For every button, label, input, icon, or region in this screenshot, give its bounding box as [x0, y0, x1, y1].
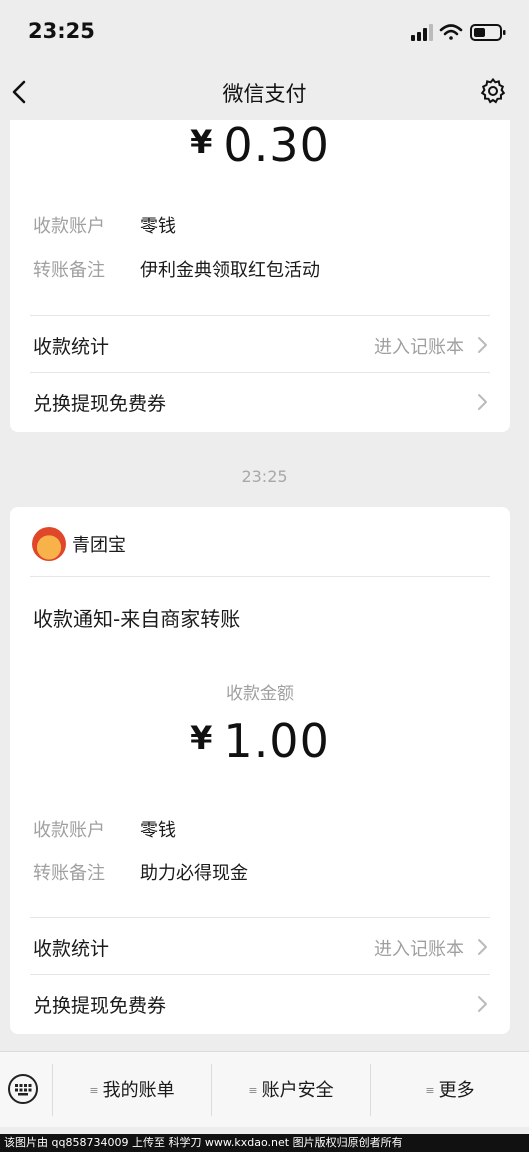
divider — [30, 576, 490, 577]
chevron-right-icon — [478, 394, 487, 410]
menu-item-label: 我的账单 — [102, 1080, 175, 1101]
amount-value: 0.30 — [223, 118, 330, 172]
stats-row[interactable]: 收款统计 进入记账本 — [10, 316, 510, 372]
keyboard-icon[interactable] — [6, 1072, 40, 1106]
notice-title: 收款通知-来自商家转账 — [33, 607, 241, 631]
ledger-link[interactable]: 进入记账本 — [374, 935, 464, 961]
merchant-name: 青团宝 — [72, 535, 126, 556]
message-timestamp: 23:25 — [241, 467, 288, 486]
stats-label: 收款统计 — [33, 336, 110, 358]
payment-card-1: ¥0.30 收款账户 零钱 转账备注 伊利金典领取红包活动 收款统计 进入记账本 兑… — [10, 118, 510, 432]
field-row-account: 收款账户 零钱 — [33, 816, 176, 842]
battery-icon — [470, 24, 506, 41]
cellular-signal-icon — [411, 24, 433, 41]
chevron-right-icon — [478, 939, 487, 955]
field-row-remark: 转账备注 助力必得现金 — [33, 859, 248, 885]
chevron-right-icon — [478, 337, 487, 353]
menu-more[interactable]: ≡ 更多 — [371, 1076, 529, 1102]
menu-item-label: 账户安全 — [261, 1080, 334, 1101]
bottom-menu-bar: ≡ 我的账单 ≡ 账户安全 ≡ 更多 — [0, 1051, 529, 1127]
field-value: 伊利金典领取红包活动 — [140, 260, 320, 281]
status-icons — [411, 24, 506, 41]
status-time: 23:25 — [28, 19, 95, 43]
gear-icon[interactable] — [479, 77, 507, 105]
watermark-text: 该图片由 qq858734009 上传至 科学刀 www.kxdao.net 图… — [0, 1134, 529, 1152]
page-title: 微信支付 — [222, 82, 307, 106]
field-key: 收款账户 — [33, 820, 105, 841]
currency-symbol: ¥ — [190, 123, 214, 161]
field-row-remark: 转账备注 伊利金典领取红包活动 — [33, 256, 320, 282]
ledger-link[interactable]: 进入记账本 — [374, 333, 464, 359]
menu-account-security[interactable]: ≡ 账户安全 — [212, 1076, 370, 1102]
field-row-account: 收款账户 零钱 — [33, 212, 176, 238]
status-bar: 23:25 — [0, 0, 529, 64]
nav-bar: 微信支付 — [0, 64, 529, 120]
stats-label: 收款统计 — [33, 938, 110, 960]
stats-row[interactable]: 收款统计 进入记账本 — [10, 918, 510, 974]
currency-symbol: ¥ — [190, 719, 214, 757]
menu-lines-icon: ≡ — [248, 1084, 258, 1097]
menu-item-label: 更多 — [438, 1080, 475, 1101]
coupon-label: 兑换提现免费券 — [33, 393, 167, 415]
field-value: 零钱 — [140, 216, 176, 237]
menu-lines-icon: ≡ — [425, 1084, 435, 1097]
amount-display: ¥0.30 — [10, 118, 510, 172]
field-value: 助力必得现金 — [140, 863, 248, 884]
field-key: 转账备注 — [33, 863, 105, 884]
field-key: 转账备注 — [33, 260, 105, 281]
wifi-icon — [439, 24, 463, 40]
amount-value: 1.00 — [223, 714, 330, 768]
coupon-row[interactable]: 兑换提现免费券 — [10, 373, 510, 429]
merchant-avatar — [32, 527, 66, 561]
payment-card-2: 青团宝 收款通知-来自商家转账 收款金额 ¥1.00 收款账户 零钱 转账备注 助力… — [10, 507, 510, 1034]
amount-label: 收款金额 — [226, 684, 294, 704]
field-key: 收款账户 — [33, 216, 105, 237]
menu-my-bills[interactable]: ≡ 我的账单 — [53, 1076, 211, 1102]
coupon-row[interactable]: 兑换提现免费券 — [10, 975, 510, 1031]
chevron-right-icon — [478, 996, 487, 1012]
amount-display: ¥1.00 — [10, 714, 510, 768]
coupon-label: 兑换提现免费券 — [33, 995, 167, 1017]
menu-lines-icon: ≡ — [89, 1084, 99, 1097]
field-value: 零钱 — [140, 820, 176, 841]
